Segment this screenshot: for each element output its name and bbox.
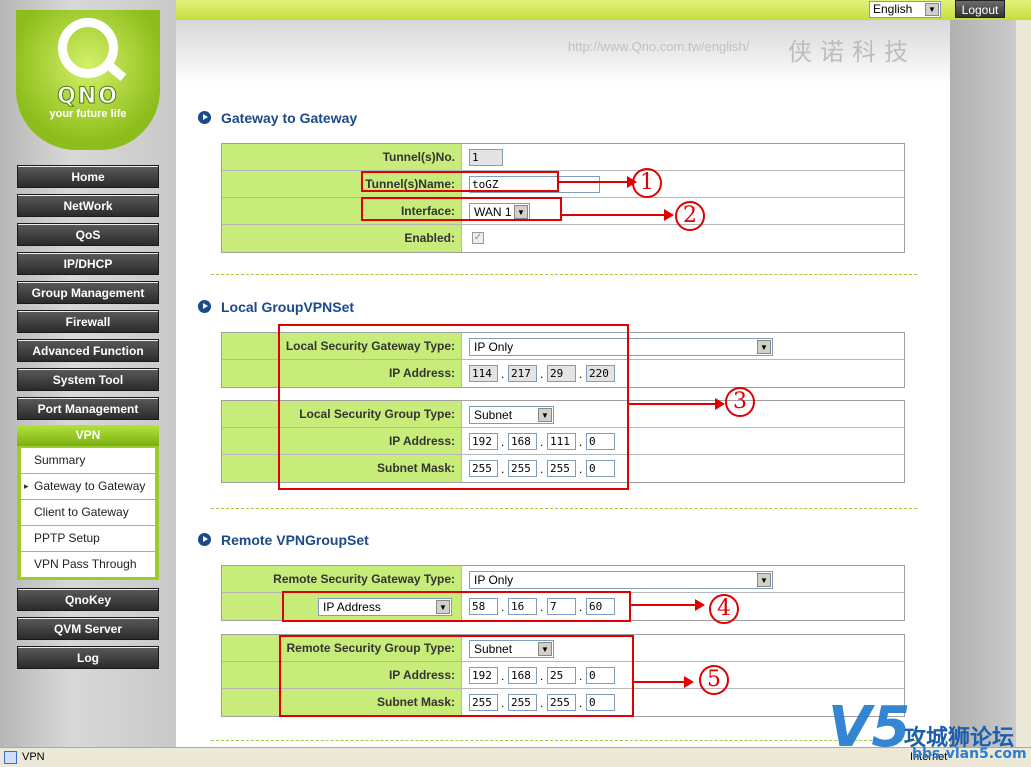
logo-slogan: your future life: [49, 108, 127, 120]
chevron-down-icon: ▼: [757, 340, 771, 354]
row-interface: Interface: WAN 1 ▼: [222, 198, 904, 225]
logo: QNO your future life: [16, 10, 160, 150]
bullet-icon: [198, 533, 211, 546]
divider: [211, 274, 917, 275]
annotation-box-1: [361, 171, 559, 192]
vpn-submenu: Summary Gateway to Gateway Client to Gat…: [17, 446, 159, 580]
nav-firewall[interactable]: Firewall: [17, 310, 159, 333]
annotation-box-4: [282, 591, 631, 622]
bullet-icon: [198, 300, 211, 313]
sidebar: QNO your future life Home NetWork QoS IP…: [0, 0, 176, 767]
annotation-number-1: 1: [632, 168, 662, 198]
status-text: VPN: [22, 751, 45, 763]
enabled-checkbox[interactable]: ✓: [472, 232, 484, 244]
annotation-number-2: 2: [675, 201, 705, 231]
annotation-box-3: [278, 324, 629, 490]
row-remote-gw-type: Remote Security Gateway Type: IP Only ▼: [222, 566, 904, 593]
row-enabled: Enabled: ✓: [222, 225, 904, 252]
chevron-down-icon: ▼: [925, 3, 939, 16]
section-title-text: Local GroupVPNSet: [221, 299, 355, 315]
header-company-name: 侠诺科技: [788, 38, 916, 66]
language-value: English: [873, 2, 913, 16]
annotation-arrow-2: [562, 209, 674, 221]
annotation-number-5: 5: [699, 665, 729, 695]
tunnel-no-field: 1: [469, 149, 503, 166]
nav-advanced-function[interactable]: Advanced Function: [17, 339, 159, 362]
vpn-item-pptp-setup[interactable]: PPTP Setup: [21, 526, 155, 551]
vpn-item-vpn-pass-through[interactable]: VPN Pass Through: [21, 552, 155, 577]
logo-brand: QNO: [57, 84, 119, 110]
divider: [211, 740, 917, 741]
header-url: http://www.Qno.com.tw/english/: [568, 39, 750, 54]
page-icon: [4, 751, 17, 764]
row-tunnel-name: Tunnel(s)Name: toGZ: [222, 171, 904, 198]
annotation-box-5: [279, 635, 634, 717]
bullet-icon: [198, 111, 211, 124]
q-logo-tail: [103, 59, 127, 82]
nav-vpn[interactable]: VPN: [17, 425, 159, 446]
annotation-arrow-5: [634, 676, 694, 688]
annotation-box-2: [361, 197, 562, 221]
scrollbar[interactable]: [1015, 20, 1031, 747]
label-enabled: Enabled:: [222, 225, 462, 252]
nav-log[interactable]: Log: [17, 646, 159, 669]
chevron-down-icon: ▼: [757, 573, 771, 587]
remote-gw-type-value: IP Only: [474, 573, 514, 587]
logout-button[interactable]: Logout: [955, 0, 1005, 18]
nav-qvm-server[interactable]: QVM Server: [17, 617, 159, 640]
vpn-item-client-to-gateway[interactable]: Client to Gateway: [21, 500, 155, 525]
language-select[interactable]: English ▼: [869, 1, 941, 18]
divider: [211, 508, 917, 509]
vpn-item-gateway-to-gateway[interactable]: Gateway to Gateway: [21, 474, 155, 499]
gateway-form: Tunnel(s)No. 1 Tunnel(s)Name: toGZ Inter…: [221, 143, 905, 253]
annotation-arrow-3: [629, 398, 725, 410]
watermark-url: bbs.vlan5.com: [912, 746, 1027, 762]
nav-port-management[interactable]: Port Management: [17, 397, 159, 420]
watermark-logo: V5: [828, 695, 911, 760]
row-tunnel-no: Tunnel(s)No. 1: [222, 144, 904, 171]
nav-qnokey[interactable]: QnoKey: [17, 588, 159, 611]
label-tunnel-no: Tunnel(s)No.: [222, 144, 462, 170]
section-title-gateway: Gateway to Gateway: [198, 110, 357, 126]
section-title-remote: Remote VPNGroupSet: [198, 532, 369, 548]
nav-ip-dhcp[interactable]: IP/DHCP: [17, 252, 159, 275]
nav-network[interactable]: NetWork: [17, 194, 159, 217]
section-title-text: Remote VPNGroupSet: [221, 532, 369, 548]
annotation-number-4: 4: [709, 594, 739, 624]
vpn-item-summary[interactable]: Summary: [21, 448, 155, 473]
page-header: http://www.Qno.com.tw/english/ 侠诺科技: [176, 20, 950, 84]
nav-system-tool[interactable]: System Tool: [17, 368, 159, 391]
annotation-number-3: 3: [725, 387, 755, 417]
annotation-arrow-1: [559, 176, 637, 188]
nav-home[interactable]: Home: [17, 165, 159, 188]
label-remote-gw-type: Remote Security Gateway Type:: [222, 566, 462, 592]
remote-gw-type-select[interactable]: IP Only ▼: [469, 571, 773, 589]
annotation-arrow-4: [631, 599, 705, 611]
nav-qos[interactable]: QoS: [17, 223, 159, 246]
section-title-text: Gateway to Gateway: [221, 110, 358, 126]
nav-group-management[interactable]: Group Management: [17, 281, 159, 304]
section-title-local: Local GroupVPNSet: [198, 299, 354, 315]
